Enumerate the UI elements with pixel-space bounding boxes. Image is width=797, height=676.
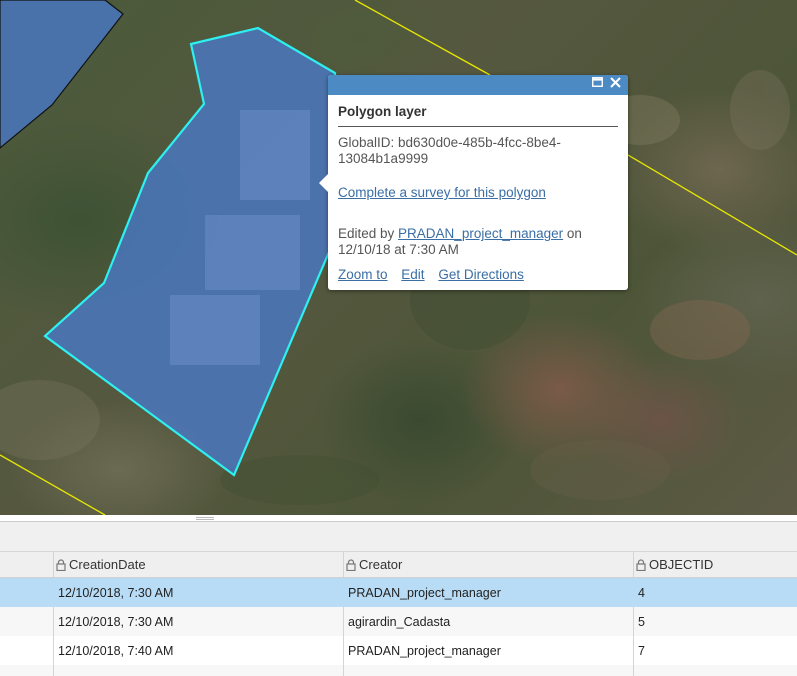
edited-by-label: Edited by xyxy=(338,226,399,241)
column-header-creator[interactable]: Creator xyxy=(343,552,633,577)
objectid-cell: 7 xyxy=(633,636,797,665)
map-view[interactable]: Polygon layer GlobalID: bd630d0e-485b-4f… xyxy=(0,0,797,515)
creator-cell: PRADAN_project_manager xyxy=(343,578,633,607)
column-header-label: OBJECTID xyxy=(649,557,714,572)
edited-date: 12/10/18 at 7:30 AM xyxy=(338,242,459,257)
creator-cell: agirardin_Cadasta xyxy=(343,607,633,636)
popup-titlebar xyxy=(328,75,628,95)
table-header-row: CreationDate Creator OBJECTID xyxy=(0,552,797,578)
survey-link[interactable]: Complete a survey for this polygon xyxy=(338,185,546,200)
editor-link[interactable]: PRADAN_project_manager xyxy=(398,226,563,241)
table-row-partial[interactable] xyxy=(0,665,797,676)
creationdate-cell: 12/10/2018, 7:30 AM xyxy=(53,578,343,607)
creator-cell: PRADAN_project_manager xyxy=(343,636,633,665)
column-header-creationdate[interactable]: CreationDate xyxy=(53,552,343,577)
attribute-table-toolbar xyxy=(0,521,797,552)
global-id-text: GlobalID: bd630d0e-485b-4fcc-8be4-13084b… xyxy=(338,135,561,166)
edited-on-label: on xyxy=(563,226,582,241)
edit-link[interactable]: Edit xyxy=(401,267,424,282)
popup-pointer xyxy=(319,174,328,192)
get-directions-link[interactable]: Get Directions xyxy=(438,267,524,282)
creationdate-cell: 12/10/2018, 7:40 AM xyxy=(53,636,343,665)
feature-popup: Polygon layer GlobalID: bd630d0e-485b-4f… xyxy=(319,75,628,290)
popup-content: Polygon layer GlobalID: bd630d0e-485b-4f… xyxy=(328,95,628,283)
zoom-to-link[interactable]: Zoom to xyxy=(338,267,388,282)
creator-cell xyxy=(343,665,633,676)
creationdate-cell: 12/10/2018, 7:30 AM xyxy=(53,607,343,636)
lock-icon xyxy=(56,558,66,571)
attribute-table: CreationDate Creator OBJECTID 12/10/2018… xyxy=(0,552,797,676)
objectid-cell xyxy=(633,665,797,676)
creationdate-cell xyxy=(53,665,343,676)
polygon-feature xyxy=(0,0,124,149)
column-header-label: Creator xyxy=(359,557,403,572)
table-row[interactable]: 12/10/2018, 7:30 AM PRADAN_project_manag… xyxy=(0,578,797,607)
popup-title: Polygon layer xyxy=(338,104,618,127)
maximize-icon[interactable] xyxy=(592,77,608,93)
edit-info: Edited by PRADAN_project_manager on 12/1… xyxy=(338,226,618,258)
column-header-objectid[interactable]: OBJECTID xyxy=(633,552,797,577)
table-row[interactable]: 12/10/2018, 7:30 AM agirardin_Cadasta 5 xyxy=(0,607,797,636)
lock-icon xyxy=(636,558,646,571)
splitter-grip[interactable] xyxy=(196,517,214,520)
close-icon[interactable] xyxy=(610,77,626,93)
popup-actions: Zoom to Edit Get Directions xyxy=(338,267,618,283)
lock-icon xyxy=(346,558,356,571)
objectid-cell: 4 xyxy=(633,578,797,607)
objectid-cell: 5 xyxy=(633,607,797,636)
table-row[interactable]: 12/10/2018, 7:40 AM PRADAN_project_manag… xyxy=(0,636,797,665)
column-header-label: CreationDate xyxy=(69,557,146,572)
